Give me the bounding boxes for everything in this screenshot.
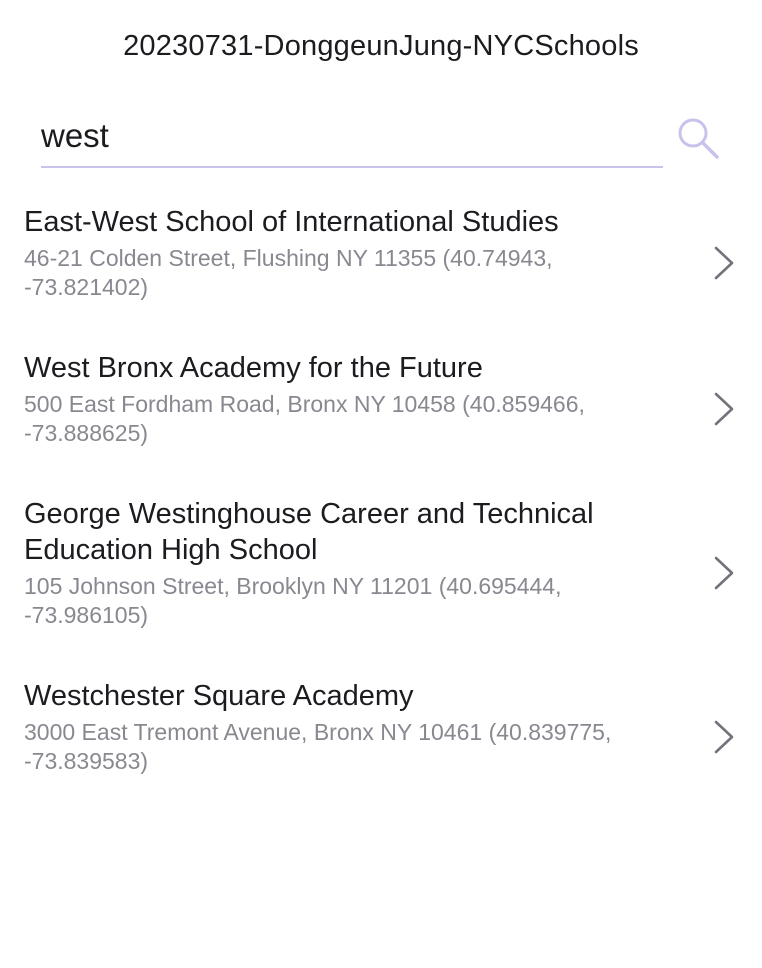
chevron-right-icon [710, 389, 738, 429]
search-button[interactable] [672, 112, 724, 164]
search-bar [0, 104, 762, 174]
chevron-right-icon [710, 243, 738, 283]
school-name: Westchester Square Academy [24, 680, 414, 712]
school-address: 105 Johnson Street, Brooklyn NY 11201 (4… [24, 573, 562, 628]
school-name: George Westinghouse Career and Technical… [24, 498, 594, 566]
search-field-container [41, 104, 663, 168]
app-screen: 20230731-DonggeunJung-NYCSchools East-We… [0, 0, 762, 968]
school-list-item[interactable]: West Bronx Academy for the Future 500 Ea… [0, 336, 762, 482]
school-list-item[interactable]: George Westinghouse Career and Technical… [0, 482, 762, 664]
school-list-item[interactable]: East-West School of International Studie… [0, 190, 762, 336]
school-name: West Bronx Academy for the Future [24, 352, 483, 384]
app-title: 20230731-DonggeunJung-NYCSchools [123, 29, 639, 62]
app-bar: 20230731-DonggeunJung-NYCSchools [0, 0, 762, 92]
school-list-item[interactable]: Westchester Square Academy 3000 East Tre… [0, 664, 762, 810]
search-icon [678, 118, 719, 159]
school-address: 500 East Fordham Road, Bronx NY 10458 (4… [24, 391, 585, 446]
chevron-right-icon [710, 717, 738, 757]
school-address: 3000 East Tremont Avenue, Bronx NY 10461… [24, 719, 612, 774]
school-name: East-West School of International Studie… [24, 206, 559, 238]
search-input[interactable] [41, 114, 641, 158]
school-address: 46-21 Colden Street, Flushing NY 11355 (… [24, 245, 553, 300]
chevron-right-icon [710, 553, 738, 593]
school-list: East-West School of International Studie… [0, 190, 762, 810]
